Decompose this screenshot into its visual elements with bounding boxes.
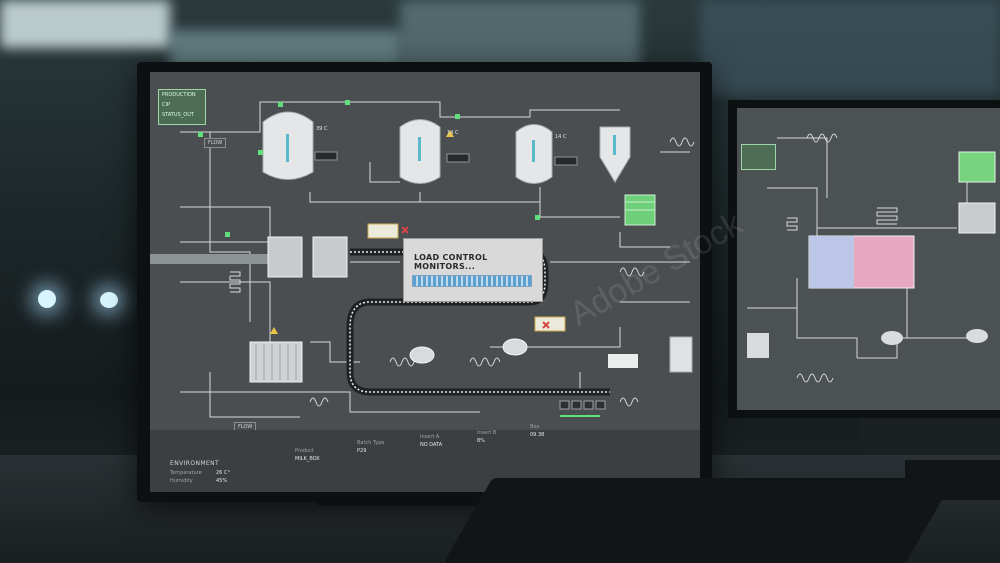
box-label: Box xyxy=(530,424,540,430)
right-tank-blue-section xyxy=(809,236,854,288)
green-tank xyxy=(624,194,656,226)
tank-3-temp: 14 C xyxy=(555,134,567,140)
background-window-far-right xyxy=(700,0,1000,95)
right-green-tank xyxy=(958,151,996,183)
right-screen xyxy=(737,108,1000,410)
tank-level-2 xyxy=(418,137,421,161)
right-capper-2 xyxy=(966,329,988,343)
heater-unit xyxy=(249,341,303,383)
flow-tag-top: FLOW xyxy=(204,138,227,148)
loading-progress-bar xyxy=(412,275,532,287)
tank-level-1 xyxy=(286,134,289,162)
background-light-2 xyxy=(100,292,118,308)
temperature-label: Temperature xyxy=(170,470,202,476)
humidity-value: 45% xyxy=(216,478,228,484)
capper-2 xyxy=(502,338,528,356)
insert-a-label: Insert A xyxy=(420,434,440,440)
insert-a-value: NO DATA xyxy=(420,442,443,448)
background-light-1 xyxy=(38,290,56,308)
right-capper-1 xyxy=(881,331,903,345)
tank-level-3 xyxy=(532,140,535,162)
right-status-panel xyxy=(741,144,776,170)
status-production: PRODUCTION xyxy=(162,92,196,98)
batch-label: Batch Type xyxy=(357,440,385,446)
product-label: Product xyxy=(295,448,314,454)
filler-units xyxy=(267,236,348,278)
right-grey-tank xyxy=(958,202,996,234)
right-process-diagram xyxy=(747,133,996,383)
status-leds xyxy=(198,100,540,237)
tank-2-temp: 14 C xyxy=(447,130,459,136)
product-value: MILK_BOX xyxy=(295,456,320,462)
background-window-left xyxy=(0,0,170,48)
box-value: 09.38 xyxy=(530,432,545,438)
environment-title: ENVIRONMENT xyxy=(170,460,220,467)
keyboard-right[interactable] xyxy=(905,460,1000,500)
status-out: STATUS_OUT xyxy=(162,112,194,118)
packaging-station xyxy=(608,336,693,373)
filler-unit-1 xyxy=(267,236,303,278)
insert-b-label: Insert B xyxy=(477,430,497,436)
loading-dialog: LOAD CONTROL MONITORS... xyxy=(403,238,543,302)
temperature-value: 26 C° xyxy=(216,470,230,476)
filler-unit-2 xyxy=(312,236,348,278)
production-status-panel: PRODUCTION CIP STATUS_OUT xyxy=(158,89,206,125)
capper-1 xyxy=(409,346,435,364)
insert-b-value: 8% xyxy=(477,438,485,444)
tanks xyxy=(262,111,631,184)
capper-units xyxy=(409,338,528,364)
control-buttons xyxy=(559,400,606,417)
keyboard[interactable] xyxy=(443,478,955,563)
right-monitor-stand xyxy=(860,412,1000,452)
right-machine xyxy=(747,333,769,358)
status-cip: CIP xyxy=(162,102,170,108)
humidity-label: Humidity xyxy=(170,478,193,484)
batch-value: P29 xyxy=(357,448,367,454)
tank-level-4 xyxy=(613,135,616,155)
loading-dialog-title: LOAD CONTROL MONITORS... xyxy=(414,253,488,271)
tank-1-temp: 39 C xyxy=(316,126,328,132)
